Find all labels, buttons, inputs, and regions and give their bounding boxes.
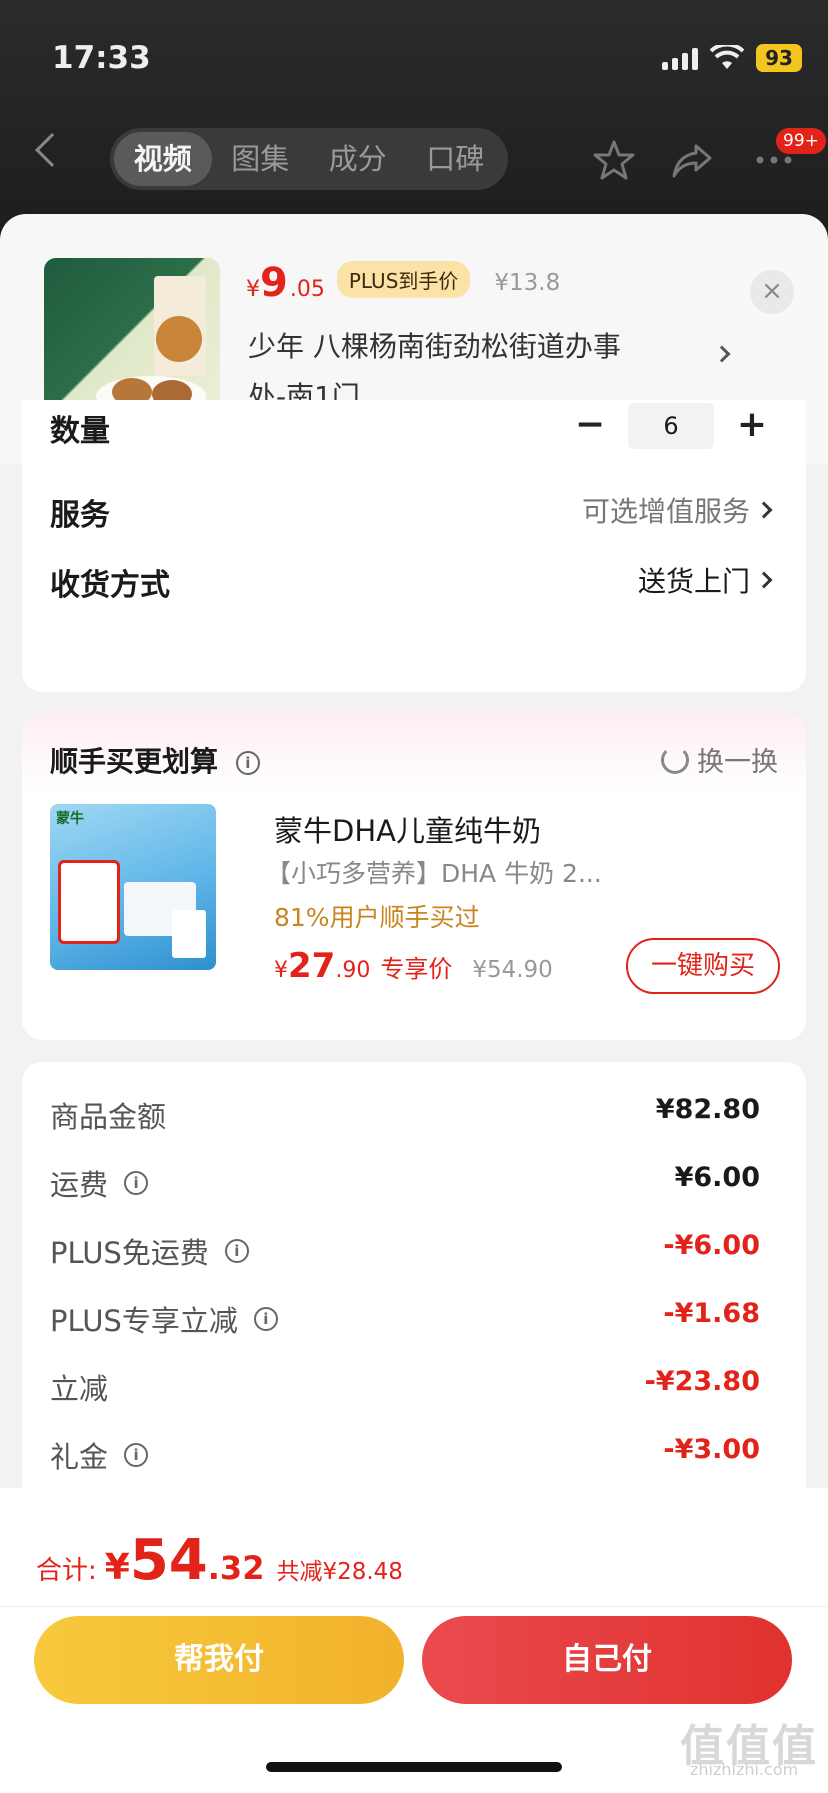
upsell-product-name[interactable]: 蒙牛DHA儿童纯牛奶 [274,808,541,850]
info-icon[interactable]: i [224,1239,249,1263]
signal-icon [662,46,698,70]
upsell-product-image[interactable]: 蒙牛 [50,804,216,970]
pay-myself-button[interactable]: 自己付 [422,1616,792,1704]
fee-value: ¥82.80 [655,1094,760,1125]
share-icon[interactable] [670,138,714,182]
watermark-url: zhizhizhi.com [690,1760,799,1779]
price-currency: ¥ [246,277,260,302]
upsell-title: 顺手买更划算 i [50,740,260,780]
price-decimal: .05 [289,277,325,302]
options-card: 数量 − 6 + 服务 可选增值服务 收货方式 送货上门 [22,400,806,692]
service-chevron-icon[interactable] [755,501,773,519]
address-line-1: 少年 八棵杨南街劲松街道办事 [248,330,621,363]
fee-row-plus-discount: PLUS专享立减 i -¥1.68 [50,1298,760,1338]
wifi-icon [710,45,744,69]
fee-value: -¥3.00 [663,1434,760,1465]
tab-reviews[interactable]: 口碑 [407,132,505,186]
fee-row-gift-money: 礼金 i -¥3.00 [50,1434,760,1474]
upsell-price-decimal: .90 [335,958,371,983]
checkout-bar: 合计: ¥ 54 .32 共减¥28.48 帮我付 自己付 值值值 zhizhi… [0,1488,828,1793]
close-button[interactable]: × [750,270,794,314]
upsell-title-text: 顺手买更划算 [50,745,219,778]
divider [0,1606,828,1607]
back-icon[interactable] [35,133,69,167]
fee-value: ¥6.00 [674,1162,760,1193]
total-integer: 54 [129,1528,208,1593]
fee-label: 运费 [50,1168,109,1202]
upsell-price: ¥ 27 .90 专享价 ¥54.90 [274,946,553,986]
refresh-icon [661,745,689,774]
price-integer: 9 [260,260,288,306]
order-total: 合计: ¥ 54 .32 共减¥28.48 [36,1528,403,1593]
upsell-card: 顺手买更划算 i 换一换 蒙牛 蒙牛DHA儿童纯牛奶 【小巧多营养】DHA 牛奶… [22,712,806,1040]
upsell-price-integer: 27 [288,946,336,986]
status-icons: 93 [662,44,802,72]
upsell-buyers-stat: 81%用户顺手买过 [274,903,480,932]
upsell-original-price: ¥54.90 [472,957,553,983]
quantity-plus-button[interactable]: + [728,402,776,450]
info-icon[interactable]: i [124,1443,149,1467]
upsell-product-desc: 【小巧多营养】DHA 牛奶 2... [266,859,602,888]
quantity-stepper: − 6 + [566,402,776,450]
product-price: ¥ 9 .05 PLUS到手价 ¥13.8 [246,260,560,306]
service-value[interactable]: 可选增值服务 [582,490,750,530]
info-icon[interactable]: i [235,751,260,775]
top-header: 17:33 93 视频 图集 成分 口碑 99+ [0,0,828,240]
home-indicator[interactable] [266,1762,562,1772]
fee-label: PLUS专享立减 [50,1304,238,1338]
battery-indicator: 93 [756,44,802,72]
fee-value: -¥1.68 [663,1298,760,1329]
delivery-label: 收货方式 [50,568,170,603]
refresh-button[interactable]: 换一换 [661,740,778,779]
more-badge: 99+ [776,128,826,154]
tab-ingredients[interactable]: 成分 [309,132,407,186]
fee-label: 商品金额 [50,1100,167,1134]
fee-value: -¥6.00 [663,1230,760,1261]
fee-row-goods: 商品金额 ¥82.80 [50,1094,760,1134]
status-time: 17:33 [52,40,151,76]
fee-label: PLUS免运费 [50,1236,209,1270]
media-tabs: 视频 图集 成分 口碑 [110,128,508,190]
total-decimal: .32 [207,1549,265,1587]
star-icon[interactable] [592,138,636,182]
total-currency: ¥ [104,1547,130,1588]
delivery-chevron-icon[interactable] [755,571,773,589]
info-icon[interactable]: i [124,1171,149,1195]
help-me-pay-button[interactable]: 帮我付 [34,1616,404,1704]
quantity-input[interactable]: 6 [628,403,714,449]
one-click-buy-button[interactable]: 一键购买 [626,938,780,994]
service-label: 服务 [50,498,110,533]
fee-row-plus-free-shipping: PLUS免运费 i -¥6.00 [50,1230,760,1270]
fee-label: 礼金 [50,1440,109,1474]
total-label: 合计: [36,1556,97,1586]
quantity-minus-button[interactable]: − [566,402,614,450]
original-price: ¥13.8 [494,270,561,296]
info-icon[interactable]: i [253,1307,278,1331]
fee-row-shipping: 运费 i ¥6.00 [50,1162,760,1202]
total-saved: 共减¥28.48 [276,1559,403,1585]
fee-value: -¥23.80 [644,1366,760,1397]
fees-card: 商品金额 ¥82.80 运费 i ¥6.00 PLUS免运费 i -¥6.00 PL… [22,1062,806,1522]
delivery-value[interactable]: 送货上门 [638,560,750,600]
fee-row-instant-discount: 立减 -¥23.80 [50,1366,760,1406]
plus-price-tag: PLUS到手价 [336,261,471,298]
tab-video[interactable]: 视频 [114,132,212,186]
fee-label: 立减 [50,1372,109,1406]
tab-gallery[interactable]: 图集 [212,132,310,186]
quantity-label: 数量 [50,414,110,449]
exclusive-price-label: 专享价 [380,955,453,983]
refresh-label: 换一换 [697,747,778,778]
brand-logo: 蒙牛 [56,811,84,827]
upsell-price-currency: ¥ [274,958,288,983]
